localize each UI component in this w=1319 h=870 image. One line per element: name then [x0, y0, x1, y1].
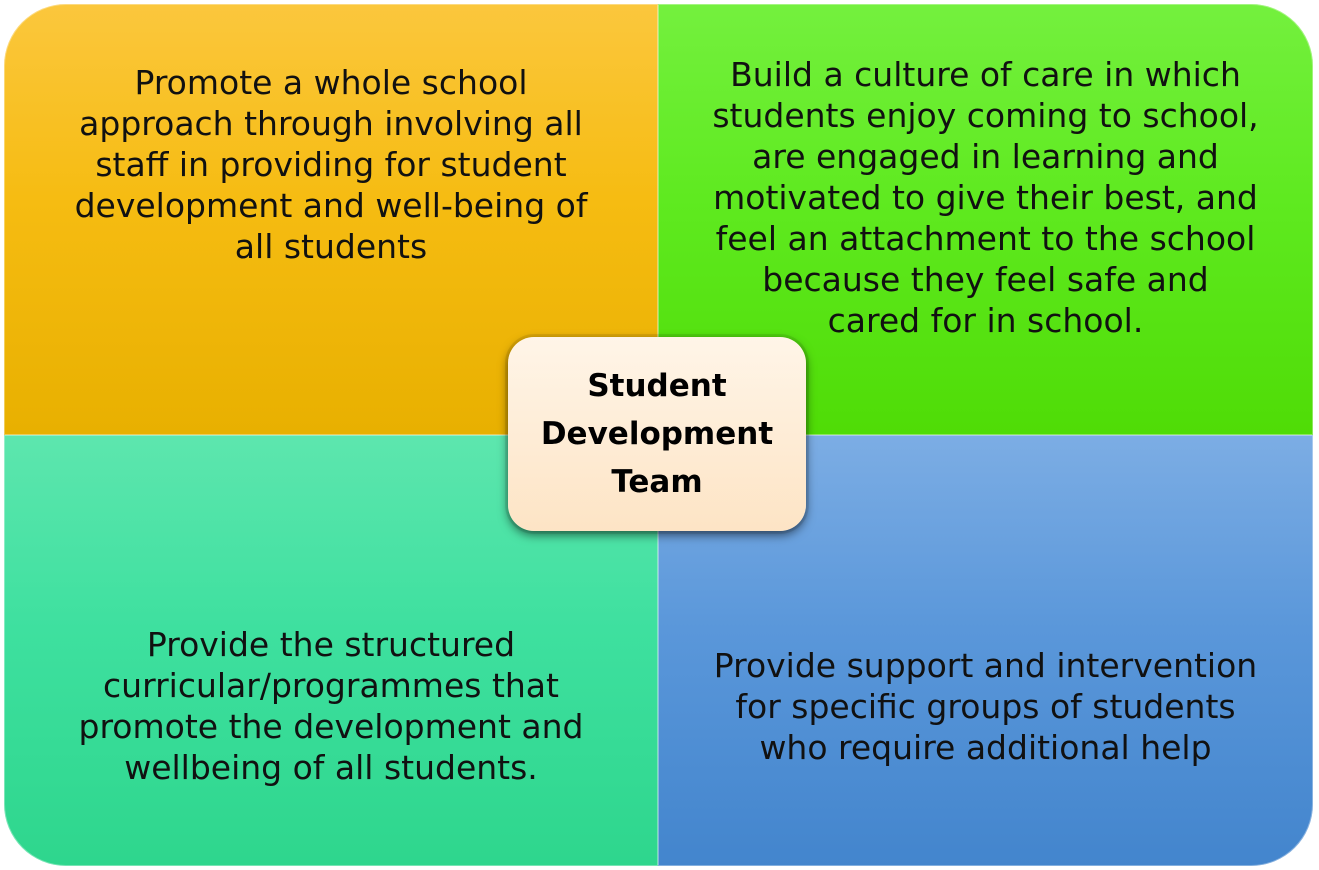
text-line: are engaged in learning and [752, 137, 1219, 176]
quadrant-text: Provide the structured curricular/progra… [24, 624, 638, 788]
text-line: all students [234, 227, 428, 266]
quadrant-text: Provide support and intervention for spe… [678, 645, 1293, 768]
text-line: Provide support and intervention [713, 646, 1258, 685]
text-line: motivated to give their best, and [713, 178, 1258, 217]
text-line: wellbeing of all students. [124, 748, 538, 787]
text-line: Provide the structured [146, 625, 516, 664]
text-line: who require additional help [759, 728, 1212, 767]
text-line: Build a culture of care in which [730, 55, 1241, 94]
text-line: promote the development and [78, 707, 584, 746]
center-label-line: Student [587, 368, 727, 404]
center-label-box: Student Development Team [508, 337, 806, 531]
center-label-line: Development [540, 416, 774, 452]
center-label-line: Team [611, 464, 703, 500]
text-line: feel an attachment to the school [715, 219, 1256, 258]
text-line: development and well-being of [74, 186, 588, 225]
text-line: because they feel safe and [762, 260, 1209, 299]
text-line: approach through involving all [79, 104, 583, 143]
text-line: curricular/programmes that [103, 666, 559, 705]
text-line: students enjoy coming to school, [712, 96, 1259, 135]
quadrant-text: Promote a whole school approach through … [36, 62, 626, 267]
center-label: Student Development Team [522, 362, 792, 506]
text-line: for specific groups of students [735, 687, 1236, 726]
quadrant-text: Build a culture of care in which student… [672, 54, 1299, 341]
text-line: cared for in school. [827, 301, 1144, 340]
text-line: staff in providing for student [95, 145, 567, 184]
text-line: Promote a whole school [134, 63, 528, 102]
